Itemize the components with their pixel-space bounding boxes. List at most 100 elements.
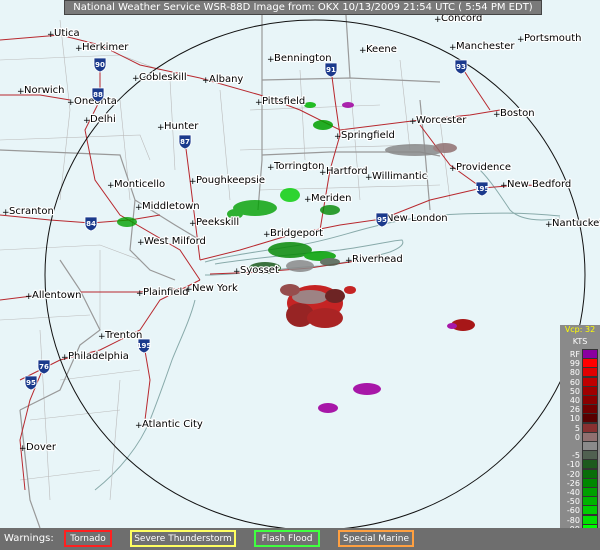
city-label: New London (386, 213, 448, 224)
units-label: KTS (572, 337, 588, 346)
city-label: Syosset (240, 265, 279, 276)
city-bennington: + Bennington (267, 52, 333, 65)
city-monticello: + Monticello (107, 178, 166, 191)
interstate-number: 88 (93, 91, 103, 99)
city-trenton: + Trenton (98, 329, 144, 342)
interstate-number: 95 (26, 379, 36, 387)
city-hunter: + Hunter (157, 120, 200, 133)
interstate-shield-icon: 90 (93, 57, 107, 73)
city-springfield: + Springfield (334, 129, 396, 142)
city-philadelphia: + Philadelphia (61, 350, 130, 363)
interstate-number: 195 (475, 185, 490, 193)
warning-severe-thunderstorm: Severe Thunderstorm (130, 530, 236, 547)
city-dover: + Dover (19, 441, 58, 454)
city-torrington: + Torrington (267, 160, 326, 173)
city-label: Torrington (273, 161, 324, 172)
city-label: New York (192, 283, 238, 294)
city-label: Providence (456, 162, 511, 173)
city-label: Utica (54, 28, 80, 39)
warning-tornado: Tornado (64, 530, 112, 547)
city-poughkeepsie: + Poughkeepsie (189, 174, 266, 187)
city-label: Nantucket (552, 218, 600, 229)
city-west-milford: + West Milford (137, 235, 207, 248)
city-utica: + Utica (47, 27, 81, 40)
city-label: Willimantic (372, 171, 427, 182)
interstate-number: 95 (377, 216, 387, 224)
city-syosset: + Syosset (233, 264, 280, 277)
city-hartford: + Hartford (319, 165, 369, 178)
city-label: New Bedford (507, 179, 571, 190)
city-manchester: + Manchester (449, 40, 517, 53)
interstate-number: 87 (180, 138, 190, 146)
city-peekskill: + Peekskill (189, 216, 240, 229)
interstate-shield-icon: 93 (454, 59, 468, 75)
city-label: Dover (26, 442, 57, 453)
city-label: Springfield (341, 130, 395, 141)
city-label: Albany (209, 74, 243, 85)
city-label: West Milford (144, 236, 206, 247)
city-meriden: + Meriden (304, 192, 353, 205)
city-label: Bennington (274, 53, 332, 64)
interstate-number: 93 (456, 63, 466, 71)
city-keene: + Keene (359, 43, 398, 56)
city-scranton: + Scranton (2, 205, 55, 218)
city-label: Middletown (142, 201, 200, 212)
interstate-number: 76 (39, 363, 49, 371)
city-portsmouth: + Portsmouth (517, 32, 583, 45)
city-label: Bridgeport (270, 228, 323, 239)
city-label: Atlantic City (142, 419, 203, 430)
city-label: Peekskill (196, 217, 239, 228)
city-label: Riverhead (352, 254, 403, 265)
city-albany: + Albany (202, 73, 245, 86)
city-allentown: + Allentown (25, 289, 83, 302)
interstate-shield-icon: 95 (24, 375, 38, 391)
city-new-bedford: + New Bedford (500, 178, 572, 191)
city-label: Poughkeepsie (196, 175, 265, 186)
city-riverhead: + Riverhead (345, 253, 404, 266)
city-label: Herkimer (82, 42, 129, 53)
city-nantucket: + Nantucket (545, 217, 600, 230)
city-willimantic: + Willimantic (365, 170, 428, 183)
city-label: Meriden (311, 193, 352, 204)
city-label: Cobleskill (139, 72, 187, 83)
city-providence: + Providence (449, 161, 512, 174)
velocity-legend: Vcp: 32 KTS RF 99 80 60 50 40 26 10 5 0 -5 -10 -20 -2… (560, 325, 600, 545)
city-label: Philadelphia (68, 351, 129, 362)
interstate-number: 195 (137, 342, 152, 350)
city-boston: + Boston (493, 107, 536, 120)
city-herkimer: + Herkimer (75, 41, 130, 54)
city-label: Worcester (416, 115, 467, 126)
map-background (0, 0, 600, 550)
city-new-london: +New London (379, 212, 449, 225)
city-label: Plainfield (143, 287, 189, 298)
city-oneonta: + Oneonta (67, 95, 118, 108)
city-label: Pittsfield (262, 96, 305, 107)
city-label: Hartford (326, 166, 368, 177)
interstate-shield-icon: 95 (375, 212, 389, 228)
header-title: National Weather Service WSR-88D Image f… (64, 0, 542, 15)
echo-middletown (117, 217, 137, 227)
city-pittsfield: + Pittsfield (255, 95, 306, 108)
city-norwich: + Norwich (17, 84, 66, 97)
city-plainfield: + Plainfield (136, 286, 190, 299)
city-label: Delhi (90, 114, 116, 125)
city-bridgeport: + Bridgeport (263, 227, 324, 240)
city-label: Trenton (104, 330, 142, 341)
city-delhi: + Delhi (83, 113, 117, 126)
warnings-label: Warnings: (4, 533, 54, 544)
interstate-number: 84 (86, 220, 96, 228)
radar-map: + Utica+ Herkimer + Cobleskill + Albany + Bennin… (0, 0, 600, 550)
city-label: Monticello (114, 179, 165, 190)
interstate-number: 91 (326, 66, 336, 74)
city-label: Allentown (32, 290, 81, 301)
city-middletown: + Middletown (135, 200, 201, 213)
interstate-shield-icon: 91 (324, 62, 338, 78)
interstate-shield-icon: 76 (37, 359, 51, 375)
interstate-shield-icon: 88 (91, 87, 105, 103)
city-label: Scranton (9, 206, 54, 217)
city-new-york: + New York (185, 282, 239, 295)
city-label: Boston (500, 108, 535, 119)
city-atlantic-city: + Atlantic City (135, 418, 204, 431)
city-worcester: + Worcester (409, 114, 468, 127)
interstate-number: 90 (95, 61, 105, 69)
